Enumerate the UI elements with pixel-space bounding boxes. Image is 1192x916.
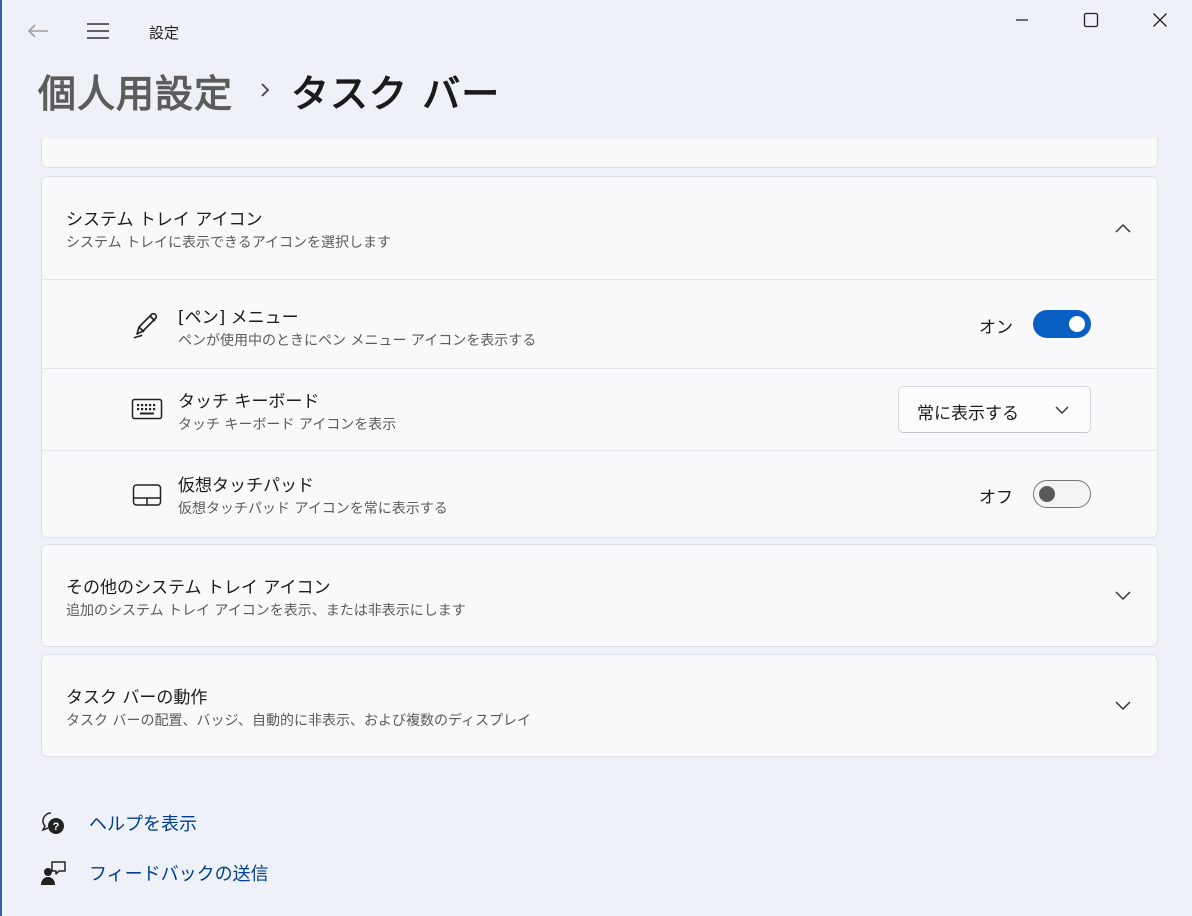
system-tray-icons-card: システム トレイ アイコン システム トレイに表示できるアイコンを選択します […: [41, 176, 1158, 538]
feedback-icon: [38, 858, 68, 888]
close-icon: [1153, 13, 1167, 27]
help-link[interactable]: ? ヘルプを表示: [38, 808, 197, 838]
other-tray-icons-subtitle: 追加のシステム トレイ アイコンを表示、または非表示にします: [66, 603, 466, 619]
toggle-knob: [1069, 316, 1085, 332]
breadcrumb: 個人用設定 タスク バー: [38, 64, 500, 116]
app-title: 設定: [149, 24, 180, 42]
pen-menu-subtitle: ペンが使用中のときにペン メニュー アイコンを表示する: [178, 333, 537, 349]
maximize-button[interactable]: [1068, 6, 1114, 34]
system-tray-icons-title: システム トレイ アイコン: [66, 210, 263, 230]
hamburger-icon: [87, 23, 109, 39]
virtual-touchpad-toggle[interactable]: [1033, 480, 1091, 508]
toggle-knob: [1039, 486, 1055, 502]
feedback-link-text[interactable]: フィードバックの送信: [89, 860, 269, 886]
feedback-link[interactable]: フィードバックの送信: [38, 858, 269, 888]
title-bar: 設定: [0, 0, 1192, 62]
expand-button[interactable]: [1113, 586, 1133, 606]
expand-button[interactable]: [1113, 696, 1133, 716]
pen-menu-toggle[interactable]: [1033, 310, 1091, 338]
svg-text:?: ?: [53, 821, 60, 833]
pen-menu-title: [ペン] メニュー: [178, 308, 299, 328]
taskbar-behavior-subtitle: タスク バーの配置、バッジ、自動的に非表示、および複数のディスプレイ: [66, 713, 532, 729]
virtual-touchpad-subtitle: 仮想タッチパッド アイコンを常に表示する: [178, 501, 448, 517]
touch-keyboard-subtitle: タッチ キーボード アイコンを表示: [178, 417, 397, 433]
other-tray-icons-title: その他のシステム トレイ アイコン: [66, 578, 331, 598]
touch-keyboard-row: タッチ キーボード タッチ キーボード アイコンを表示 常に表示する: [42, 368, 1157, 450]
chevron-up-icon: [1115, 223, 1131, 233]
pen-menu-row: [ペン] メニュー ペンが使用中のときにペン メニュー アイコンを表示する オン: [42, 279, 1157, 368]
navigation-menu-button[interactable]: [84, 18, 112, 44]
page-title: タスク バー: [291, 71, 501, 116]
breadcrumb-separator: [259, 81, 271, 99]
arrow-left-icon: [27, 24, 48, 38]
chevron-down-icon: [1115, 701, 1131, 711]
system-tray-icons-subtitle: システム トレイに表示できるアイコンを選択します: [66, 235, 392, 251]
previous-settings-card: [41, 138, 1158, 168]
settings-content[interactable]: システム トレイ アイコン システム トレイに表示できるアイコンを選択します […: [0, 138, 1192, 916]
virtual-touchpad-title: 仮想タッチパッド: [178, 476, 314, 496]
help-link-text[interactable]: ヘルプを表示: [89, 810, 197, 836]
taskbar-behavior-card[interactable]: タスク バーの動作 タスク バーの配置、バッジ、自動的に非表示、および複数のディ…: [41, 654, 1158, 757]
collapse-button[interactable]: [1113, 218, 1133, 238]
breadcrumb-parent[interactable]: 個人用設定: [38, 63, 233, 118]
dropdown-selected-value: 常に表示する: [917, 404, 1019, 424]
taskbar-behavior-title: タスク バーの動作: [66, 688, 208, 708]
minimize-button[interactable]: [999, 6, 1045, 34]
close-button[interactable]: [1137, 6, 1183, 34]
system-tray-icons-header[interactable]: システム トレイ アイコン システム トレイに表示できるアイコンを選択します: [42, 177, 1157, 279]
touchpad-icon: [130, 478, 164, 512]
other-tray-icons-card[interactable]: その他のシステム トレイ アイコン 追加のシステム トレイ アイコンを表示、また…: [41, 544, 1158, 647]
maximize-icon: [1083, 12, 1099, 28]
virtual-touchpad-state-label: オフ: [979, 488, 1013, 508]
pen-icon: [130, 307, 164, 341]
minimize-icon: [1016, 19, 1028, 21]
help-icon: ?: [38, 808, 68, 838]
chevron-down-icon: [1115, 591, 1131, 601]
pen-menu-state-label: オン: [979, 318, 1013, 338]
virtual-touchpad-row: 仮想タッチパッド 仮想タッチパッド アイコンを常に表示する オフ: [42, 450, 1157, 539]
touch-keyboard-title: タッチ キーボード: [178, 392, 320, 412]
keyboard-icon: [130, 392, 164, 426]
chevron-down-icon: [1055, 406, 1069, 414]
chevron-right-icon: [261, 83, 270, 97]
back-button[interactable]: [24, 18, 52, 44]
touch-keyboard-dropdown[interactable]: 常に表示する: [898, 386, 1091, 433]
